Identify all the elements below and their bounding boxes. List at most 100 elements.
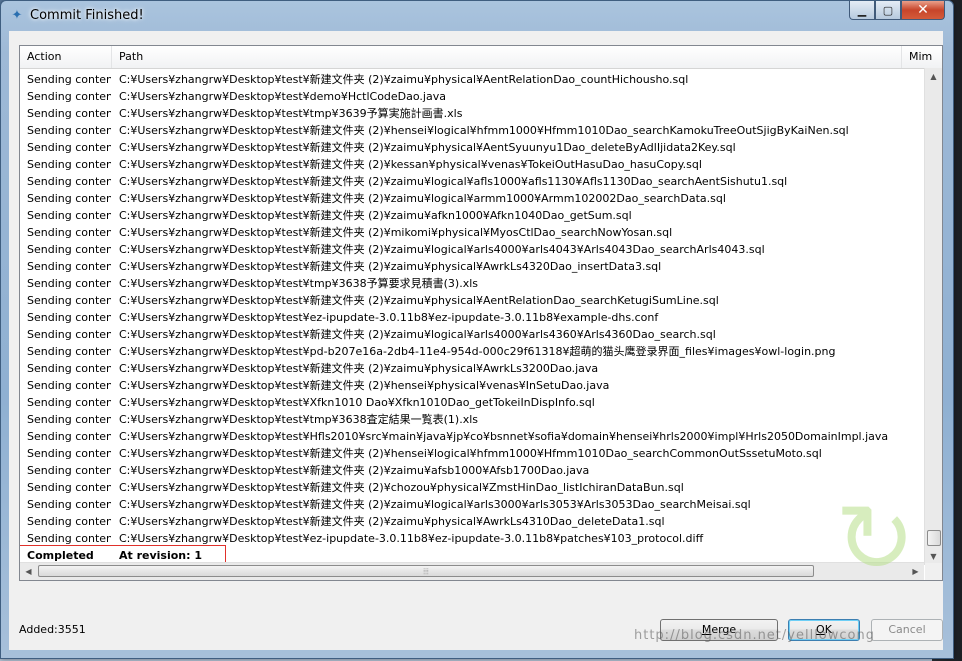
list-item[interactable]: Sending content C:¥Users¥zhangrw¥Desktop¥… bbox=[20, 292, 924, 309]
row-path: C:¥Users¥zhangrw¥Desktop¥test¥ez-ipupdat… bbox=[119, 532, 704, 545]
row-path: C:¥Users¥zhangrw¥Desktop¥test¥新建文件夹 (2)¥… bbox=[119, 447, 822, 460]
column-header-path[interactable]: Path bbox=[112, 46, 902, 68]
list-item[interactable]: Sending content C:¥Users¥zhangrw¥Desktop¥… bbox=[20, 530, 924, 547]
list-item[interactable]: Sending content C:¥Users¥zhangrw¥Desktop¥… bbox=[20, 105, 924, 122]
list-item[interactable]: Sending content C:¥Users¥zhangrw¥Desktop¥… bbox=[20, 462, 924, 479]
row-action: Sending content bbox=[27, 277, 111, 290]
row-path: C:¥Users¥zhangrw¥Desktop¥test¥Hfls2010¥s… bbox=[119, 430, 889, 443]
row-path: C:¥Users¥zhangrw¥Desktop¥test¥新建文件夹 (2)¥… bbox=[119, 73, 689, 86]
row-action: Sending content bbox=[27, 498, 111, 511]
list-item[interactable]: Sending content C:¥Users¥zhangrw¥Desktop¥… bbox=[20, 156, 924, 173]
row-action: Sending content bbox=[27, 192, 111, 205]
vertical-scrollbar[interactable]: ▲ ▼ bbox=[924, 68, 942, 565]
row-action: Sending content bbox=[27, 311, 111, 324]
row-action: Sending content bbox=[27, 362, 111, 375]
row-path: C:¥Users¥zhangrw¥Desktop¥test¥新建文件夹 (2)¥… bbox=[119, 226, 673, 239]
row-action: Sending content bbox=[27, 73, 111, 86]
row-action: Sending content bbox=[27, 481, 111, 494]
list-item[interactable]: Sending content C:¥Users¥zhangrw¥Desktop¥… bbox=[20, 224, 924, 241]
list-item[interactable]: Sending content C:¥Users¥zhangrw¥Desktop¥… bbox=[20, 343, 924, 360]
row-action: Sending content bbox=[27, 515, 111, 528]
row-action: Sending content bbox=[27, 158, 111, 171]
row-path: C:¥Users¥zhangrw¥Desktop¥test¥新建文件夹 (2)¥… bbox=[119, 209, 632, 222]
horizontal-scrollbar[interactable]: ◀ ⦙⦙⦙ ▶ bbox=[20, 562, 924, 580]
list-item[interactable]: Sending content C:¥Users¥zhangrw¥Desktop¥… bbox=[20, 190, 924, 207]
row-path: C:¥Users¥zhangrw¥Desktop¥test¥新建文件夹 (2)¥… bbox=[119, 175, 788, 188]
row-path: C:¥Users¥zhangrw¥Desktop¥test¥新建文件夹 (2)¥… bbox=[119, 515, 665, 528]
row-action: Sending content bbox=[27, 141, 111, 154]
row-path: C:¥Users¥zhangrw¥Desktop¥test¥新建文件夹 (2)¥… bbox=[119, 158, 702, 171]
row-path: C:¥Users¥zhangrw¥Desktop¥test¥pd-b207e16… bbox=[119, 345, 836, 358]
list-item[interactable]: Sending content C:¥Users¥zhangrw¥Desktop¥… bbox=[20, 360, 924, 377]
list-item[interactable]: Sending content C:¥Users¥zhangrw¥Desktop¥… bbox=[20, 207, 924, 224]
list-item[interactable]: Sending content C:¥Users¥zhangrw¥Desktop¥… bbox=[20, 479, 924, 496]
list-item[interactable]: Sending content C:¥Users¥zhangrw¥Desktop¥… bbox=[20, 326, 924, 343]
close-icon[interactable]: ✕ bbox=[901, 1, 945, 20]
list-item[interactable]: Sending content C:¥Users¥zhangrw¥Desktop¥… bbox=[20, 411, 924, 428]
list-item[interactable]: Sending content C:¥Users¥zhangrw¥Desktop¥… bbox=[20, 513, 924, 530]
row-action: Sending content bbox=[27, 464, 111, 477]
title-bar[interactable]: ✦ Commit Finished! ▁ ▢ ✕ bbox=[1, 1, 953, 31]
dialog-client-area: Action Path Mim Sending content C:¥Users¥… bbox=[9, 31, 943, 650]
row-path: C:¥Users¥zhangrw¥Desktop¥test¥新建文件夹 (2)¥… bbox=[119, 464, 590, 477]
row-path: C:¥Users¥zhangrw¥Desktop¥test¥新建文件夹 (2)¥… bbox=[119, 481, 684, 494]
scroll-left-icon[interactable]: ◀ bbox=[20, 563, 37, 580]
cancel-label: Cancel bbox=[888, 623, 926, 636]
row-path: C:¥Users¥zhangrw¥Desktop¥test¥新建文件夹 (2)¥… bbox=[119, 328, 716, 341]
tortoise-svn-icon: ✦ bbox=[11, 8, 23, 23]
list-item[interactable]: Sending content C:¥Users¥zhangrw¥Desktop¥… bbox=[20, 445, 924, 462]
list-item[interactable]: Sending content C:¥Users¥zhangrw¥Desktop¥… bbox=[20, 71, 924, 88]
cancel-button[interactable]: Cancel bbox=[871, 619, 943, 641]
list-item[interactable]: Sending content C:¥Users¥zhangrw¥Desktop¥… bbox=[20, 377, 924, 394]
row-path: C:¥Users¥zhangrw¥Desktop¥test¥新建文件夹 (2)¥… bbox=[119, 124, 849, 137]
list-item[interactable]: Sending content C:¥Users¥zhangrw¥Desktop¥… bbox=[20, 275, 924, 292]
row-action: Sending content bbox=[27, 328, 111, 341]
list-item[interactable]: Sending content C:¥Users¥zhangrw¥Desktop¥… bbox=[20, 258, 924, 275]
list-item[interactable]: Sending content C:¥Users¥zhangrw¥Desktop¥… bbox=[20, 139, 924, 156]
list-item[interactable]: Sending content C:¥Users¥zhangrw¥Desktop¥… bbox=[20, 496, 924, 513]
row-action: Sending content bbox=[27, 447, 111, 460]
row-path: C:¥Users¥zhangrw¥Desktop¥test¥新建文件夹 (2)¥… bbox=[119, 141, 736, 154]
row-action: Sending content bbox=[27, 294, 111, 307]
row-path: C:¥Users¥zhangrw¥Desktop¥test¥tmp¥3639予算… bbox=[119, 107, 463, 120]
column-header-action[interactable]: Action bbox=[20, 46, 112, 68]
list-rows: Sending content C:¥Users¥zhangrw¥Desktop¥… bbox=[20, 71, 924, 566]
maximize-icon[interactable]: ▢ bbox=[875, 1, 901, 20]
row-action: Sending content bbox=[27, 175, 111, 188]
row-path: C:¥Users¥zhangrw¥Desktop¥test¥新建文件夹 (2)¥… bbox=[119, 362, 599, 375]
commit-log-list[interactable]: Action Path Mim Sending content C:¥Users¥… bbox=[19, 45, 943, 581]
row-path: C:¥Users¥zhangrw¥Desktop¥test¥新建文件夹 (2)¥… bbox=[119, 379, 610, 392]
list-header: Action Path Mim bbox=[20, 46, 942, 69]
row-path: C:¥Users¥zhangrw¥Desktop¥test¥新建文件夹 (2)¥… bbox=[119, 294, 719, 307]
list-item[interactable]: Sending content C:¥Users¥zhangrw¥Desktop¥… bbox=[20, 88, 924, 105]
scroll-up-icon[interactable]: ▲ bbox=[925, 68, 942, 85]
horizontal-scroll-thumb[interactable]: ⦙⦙⦙ bbox=[38, 565, 814, 577]
column-header-mime[interactable]: Mim bbox=[902, 46, 932, 68]
list-item[interactable]: Sending content C:¥Users¥zhangrw¥Desktop¥… bbox=[20, 122, 924, 139]
scroll-corner bbox=[925, 563, 942, 580]
list-item[interactable]: Sending content C:¥Users¥zhangrw¥Desktop¥… bbox=[20, 394, 924, 411]
list-item[interactable]: Sending content C:¥Users¥zhangrw¥Desktop¥… bbox=[20, 428, 924, 445]
row-action: Sending content bbox=[27, 124, 111, 137]
row-action: Sending content bbox=[27, 430, 111, 443]
row-action: Sending content bbox=[27, 209, 111, 222]
added-count-label: Added:3551 bbox=[19, 623, 86, 636]
row-action: Sending content bbox=[27, 345, 111, 358]
row-path: C:¥Users¥zhangrw¥Desktop¥test¥tmp¥3638査定… bbox=[119, 413, 479, 426]
row-path: C:¥Users¥zhangrw¥Desktop¥test¥ez-ipupdat… bbox=[119, 311, 659, 324]
row-action: Sending content bbox=[27, 90, 111, 103]
row-action: Sending content bbox=[27, 243, 111, 256]
minimize-icon[interactable]: ▁ bbox=[849, 1, 875, 20]
watermark: http://blog.csdn.net/yelllowcong bbox=[634, 628, 875, 643]
list-item[interactable]: Sending content C:¥Users¥zhangrw¥Desktop¥… bbox=[20, 241, 924, 258]
list-item[interactable]: Sending content C:¥Users¥zhangrw¥Desktop¥… bbox=[20, 173, 924, 190]
row-action: Sending content bbox=[27, 107, 111, 120]
row-action: Sending content bbox=[27, 413, 111, 426]
row-path: C:¥Users¥zhangrw¥Desktop¥test¥Xfkn1010 D… bbox=[119, 396, 595, 409]
row-path: C:¥Users¥zhangrw¥Desktop¥test¥demo¥HctlC… bbox=[119, 90, 446, 103]
row-action: Sending content bbox=[27, 260, 111, 273]
commit-finished-dialog: ✦ Commit Finished! ▁ ▢ ✕ Action Path Mim… bbox=[0, 0, 954, 659]
list-item[interactable]: Sending content C:¥Users¥zhangrw¥Desktop¥… bbox=[20, 309, 924, 326]
vertical-scroll-thumb[interactable] bbox=[927, 530, 941, 546]
row-action: Sending content bbox=[27, 226, 111, 239]
